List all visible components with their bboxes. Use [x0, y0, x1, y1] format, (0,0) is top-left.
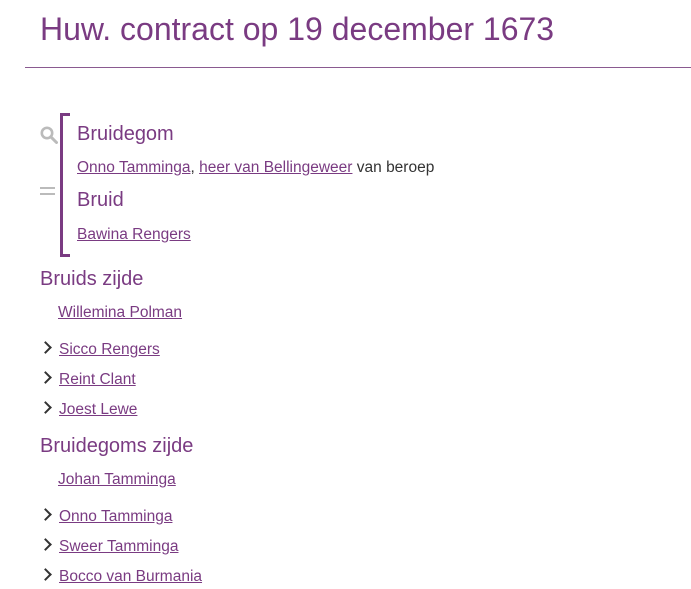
groom-occupation: van beroep: [356, 159, 435, 176]
groom-relative-link[interactable]: Sweer Tamminga: [59, 538, 178, 555]
chevron-right-icon[interactable]: [39, 508, 52, 521]
groom-side-main-link[interactable]: Johan Tamminga: [58, 471, 176, 488]
bride-side-main-link[interactable]: Willemina Polman: [58, 304, 182, 321]
groom-title-link[interactable]: heer van Bellingeweer: [199, 159, 352, 176]
couple-bracket: [60, 113, 70, 257]
equals-icon[interactable]: [40, 187, 55, 197]
bride-line: Bawina Rengers: [77, 226, 191, 244]
groom-separator: ,: [190, 159, 195, 176]
bride-relative-link[interactable]: Sicco Rengers: [59, 341, 160, 358]
chevron-right-icon[interactable]: [39, 401, 52, 414]
groom-side-heading: Bruidegoms zijde: [40, 435, 194, 457]
bride-relative-row[interactable]: Reint Clant: [39, 371, 136, 391]
groom-relative-link[interactable]: Bocco van Burmania: [59, 568, 202, 585]
groom-side-main: Johan Tamminga: [58, 471, 176, 489]
bride-side-heading: Bruids zijde: [40, 268, 144, 290]
search-icon[interactable]: [40, 126, 58, 144]
page-title: Huw. contract op 19 december 1673: [40, 11, 555, 47]
groom-relative-row[interactable]: Bocco van Burmania: [39, 568, 202, 588]
bride-relative-row[interactable]: Joest Lewe: [39, 401, 137, 421]
bride-name-link[interactable]: Bawina Rengers: [77, 226, 191, 243]
bride-relative-link[interactable]: Joest Lewe: [59, 401, 137, 418]
chevron-right-icon[interactable]: [39, 568, 52, 581]
groom-line: Onno Tamminga, heer van Bellingeweer van…: [77, 159, 434, 177]
chevron-right-icon[interactable]: [39, 341, 52, 354]
groom-label: Bruidegom: [77, 123, 174, 145]
groom-relative-row[interactable]: Sweer Tamminga: [39, 538, 178, 558]
groom-name-link[interactable]: Onno Tamminga: [77, 159, 190, 176]
chevron-right-icon[interactable]: [39, 371, 52, 384]
bride-relative-link[interactable]: Reint Clant: [59, 371, 136, 388]
title-divider: [25, 67, 691, 68]
groom-relative-link[interactable]: Onno Tamminga: [59, 508, 172, 525]
groom-relative-row[interactable]: Onno Tamminga: [39, 508, 172, 528]
bride-side-main: Willemina Polman: [58, 304, 182, 322]
chevron-right-icon[interactable]: [39, 538, 52, 551]
bride-label: Bruid: [77, 189, 124, 211]
bride-relative-row[interactable]: Sicco Rengers: [39, 341, 160, 361]
